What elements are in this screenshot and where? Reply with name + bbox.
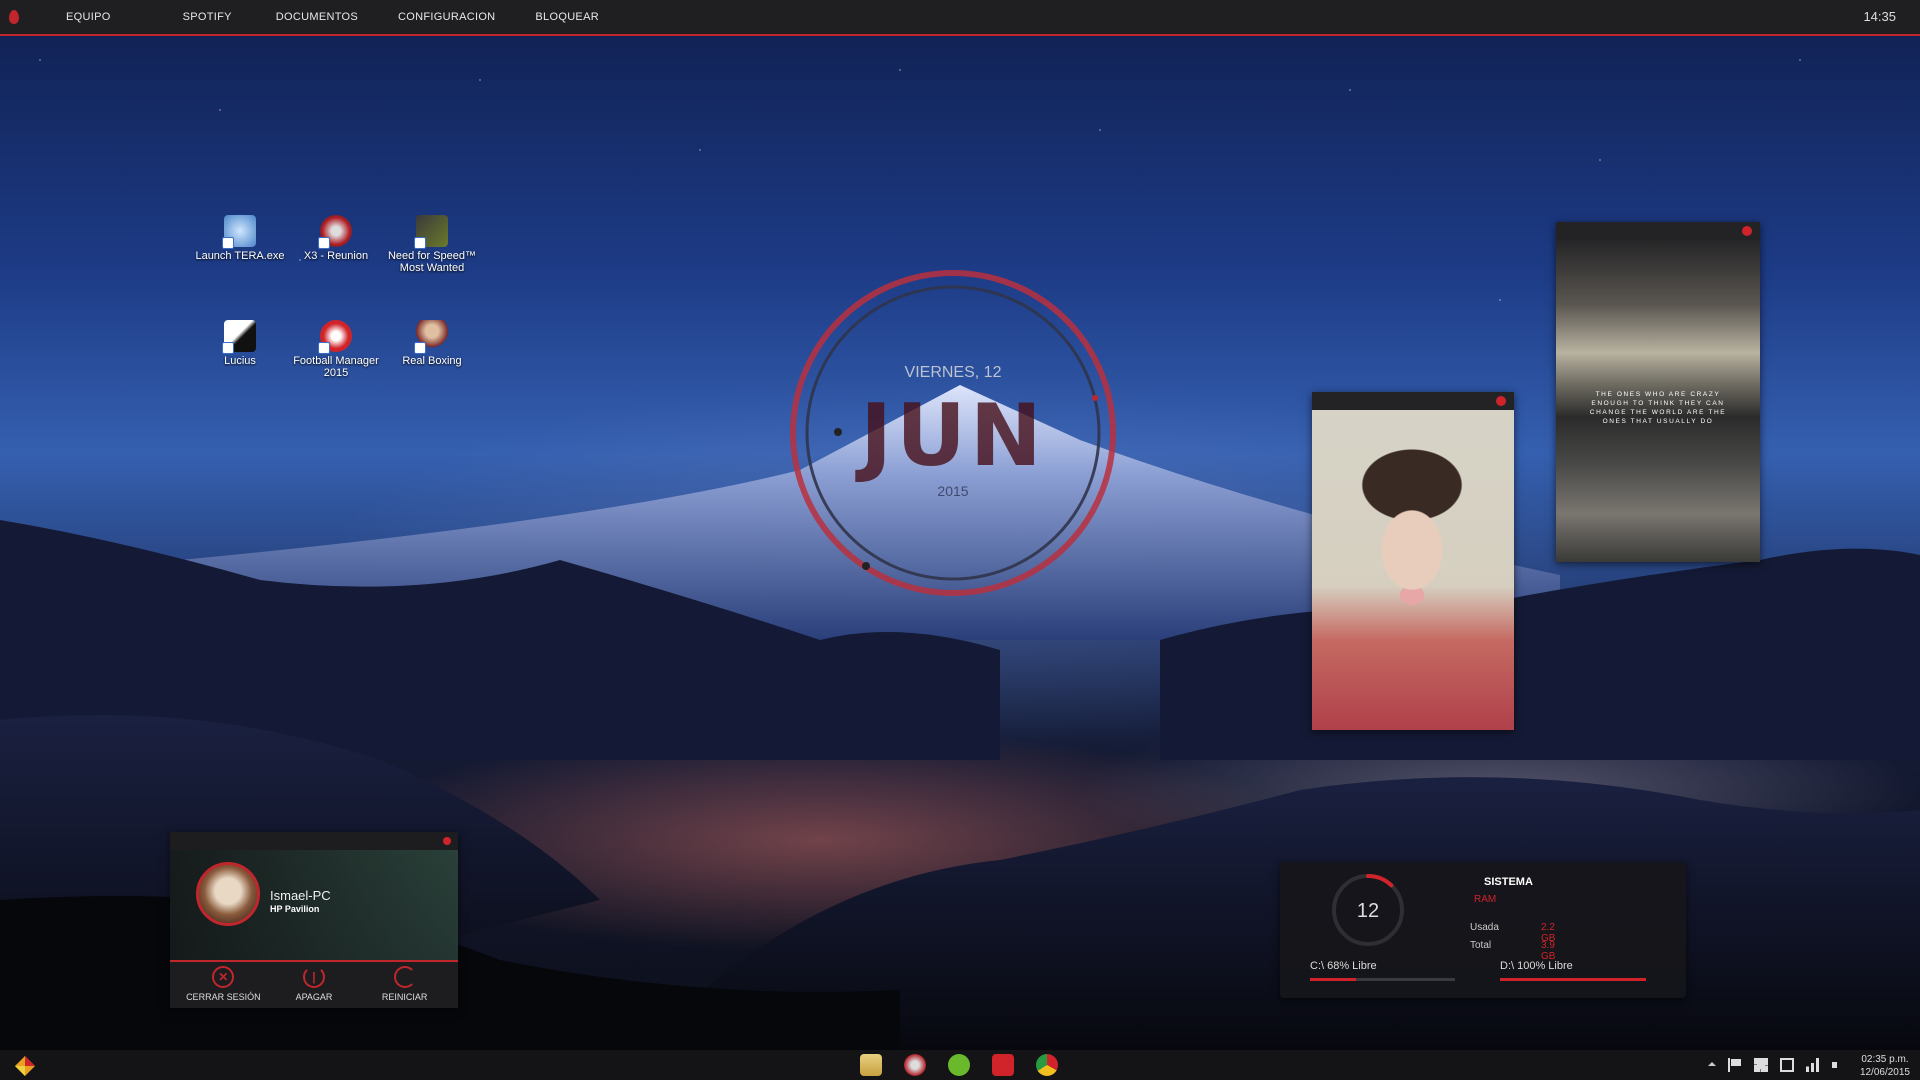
photo-widget-titlebar xyxy=(1556,222,1760,240)
drive-d: D:\ 100% Libre xyxy=(1500,960,1646,981)
restart-icon xyxy=(393,966,416,988)
menu-equipo[interactable]: EQUIPO xyxy=(46,11,131,23)
taskbar-time: 02:35 p.m. xyxy=(1861,1054,1909,1065)
desktop-icon-lucius[interactable]: Lucius xyxy=(190,320,290,367)
avatar xyxy=(196,862,260,926)
pc-model: HP Pavilion xyxy=(270,904,320,914)
football-manager-icon xyxy=(318,320,352,354)
date-month: JUN xyxy=(860,386,1046,486)
start-button-icon[interactable] xyxy=(14,1055,36,1077)
shutdown-label: APAGAR xyxy=(295,992,333,1002)
ram-total-label: Total xyxy=(1470,940,1492,951)
menu-documentos[interactable]: DOCUMENTOS xyxy=(256,11,378,23)
city-photo: THE ONES WHO ARE CRAZY ENOUGH TO THINK T… xyxy=(1556,240,1760,562)
flame-logo-icon[interactable] xyxy=(0,0,28,34)
windows-icon[interactable] xyxy=(1754,1058,1768,1072)
flag-icon[interactable] xyxy=(1728,1058,1742,1072)
drive-c: C:\ 68% Libre xyxy=(1310,960,1455,981)
close-circle-icon: ✕ xyxy=(212,966,235,988)
desktop-icon-label: Real Boxing xyxy=(402,355,462,367)
photo-widget-portrait xyxy=(1312,392,1514,730)
menu-bloquear[interactable]: BLOQUEAR xyxy=(515,11,619,23)
logout-button[interactable]: ✕ CERRAR SESIÓN xyxy=(183,966,263,1002)
menu-configuracion[interactable]: CONFIGURACION xyxy=(378,11,515,23)
vivaldi-icon[interactable] xyxy=(992,1054,1014,1076)
ram-used-row: Usada 2.2 GB xyxy=(1470,922,1555,944)
chevron-up-icon[interactable] xyxy=(1708,1062,1716,1066)
photo-widget-titlebar xyxy=(1312,392,1514,410)
network-adapter-icon[interactable] xyxy=(1780,1058,1794,1072)
date-year: 2015 xyxy=(937,483,969,499)
real-boxing-icon xyxy=(414,320,448,354)
desktop-icon-nfs[interactable]: Need for Speed™ Most Wanted xyxy=(382,215,482,274)
ram-used-label: Usada xyxy=(1470,922,1499,933)
signal-icon[interactable] xyxy=(1806,1058,1820,1072)
gauge-value: 12 xyxy=(1357,900,1379,922)
restart-button[interactable]: REINICIAR xyxy=(365,966,445,1002)
desktop-icon-real-boxing[interactable]: Real Boxing xyxy=(382,320,482,367)
system-monitor-widget: 12 SISTEMA RAM Usada 2.2 GB Total 3.9 GB… xyxy=(1280,862,1686,998)
desktop-icon-football-manager[interactable]: Football Manager 2015 xyxy=(286,320,386,379)
desktop-icon-x3-reunion[interactable]: X3 - Reunion xyxy=(286,215,386,262)
taskbar: 02:35 p.m. 12/06/2015 xyxy=(0,1050,1920,1080)
file-explorer-icon[interactable] xyxy=(860,1054,882,1076)
drive-c-label: C:\ 68% Libre xyxy=(1310,960,1377,972)
desktop-icon-label: Launch TERA.exe xyxy=(195,250,285,262)
desktop-icon-label: X3 - Reunion xyxy=(303,250,369,262)
ram-total-row: Total 3.9 GB xyxy=(1470,940,1555,962)
x3-icon[interactable] xyxy=(904,1054,926,1076)
cpu-gauge: 12 xyxy=(1332,874,1404,946)
logout-label: CERRAR SESIÓN xyxy=(186,992,261,1002)
drive-c-usage-bar xyxy=(1310,978,1357,981)
system-title: SISTEMA xyxy=(1484,876,1533,888)
restart-label: REINICIAR xyxy=(381,992,428,1002)
top-menu-bar: EQUIPO SPOTIFY DOCUMENTOS CONFIGURACION … xyxy=(0,0,1920,36)
x3-reunion-icon xyxy=(318,215,352,249)
portrait-photo xyxy=(1312,410,1514,730)
user-power-widget: Ismael-PC HP Pavilion ✕ CERRAR SESIÓN | … xyxy=(170,832,458,1008)
menu-spotify[interactable]: SPOTIFY xyxy=(163,11,252,23)
close-dot-icon[interactable] xyxy=(1496,396,1506,406)
nfs-most-wanted-icon xyxy=(414,215,448,249)
ram-label: RAM xyxy=(1474,894,1497,905)
desktop-icon-label: Lucius xyxy=(224,355,256,367)
shutdown-button[interactable]: | APAGAR xyxy=(274,966,354,1002)
photo-widget-city: THE ONES WHO ARE CRAZY ENOUGH TO THINK T… xyxy=(1556,222,1760,562)
tera-icon xyxy=(222,215,256,249)
date-widget: VIERNES, 12 JUN 2015 xyxy=(788,268,1118,598)
volume-icon[interactable] xyxy=(1832,1058,1846,1072)
power-icon: | xyxy=(302,966,325,988)
ram-total-value: 3.9 GB xyxy=(1541,940,1556,962)
lucius-icon xyxy=(222,320,256,354)
desktop-icon-label: Football Manager 2015 xyxy=(293,355,379,379)
drive-d-label: D:\ 100% Libre xyxy=(1500,960,1573,972)
spotify-icon[interactable] xyxy=(948,1054,970,1076)
close-dot-icon[interactable] xyxy=(443,837,451,845)
date-weekday: VIERNES, 12 xyxy=(904,364,1002,381)
chrome-icon[interactable] xyxy=(1036,1054,1058,1076)
desktop-icon-label: Need for Speed™ Most Wanted xyxy=(387,250,477,274)
pc-name: Ismael-PC xyxy=(270,888,331,903)
taskbar-date: 12/06/2015 xyxy=(1859,1067,1910,1078)
city-quote: THE ONES WHO ARE CRAZY ENOUGH TO THINK T… xyxy=(1589,391,1727,425)
close-dot-icon[interactable] xyxy=(1742,226,1752,236)
taskbar-clock[interactable]: 02:35 p.m. 12/06/2015 xyxy=(1860,1053,1910,1079)
desktop-icon-tera[interactable]: Launch TERA.exe xyxy=(190,215,290,262)
top-clock: 14:35 xyxy=(1863,9,1896,24)
drive-d-usage-bar xyxy=(1500,978,1646,981)
top-menu: EQUIPO SPOTIFY DOCUMENTOS CONFIGURACION … xyxy=(46,11,619,23)
